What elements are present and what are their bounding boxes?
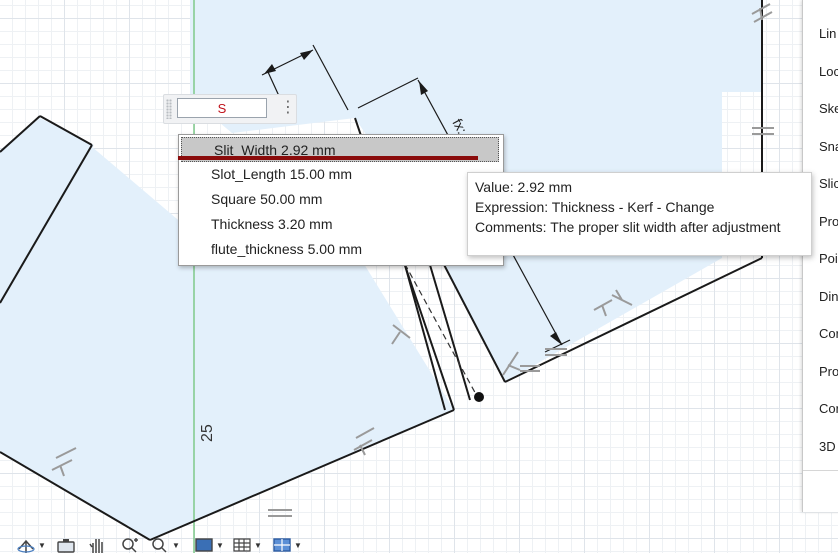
parameter-autocomplete-list: Slit_Width 2.92 mm Slot_Length 15.00 mm Sq… xyxy=(178,134,504,266)
panel-item-construction[interactable]: Cor xyxy=(819,401,838,416)
sketch-palette-panel[interactable]: Lin Loc Ske Sna Slic Pro Poi Din Cor Pro… xyxy=(802,0,838,512)
axis-dimension-label: 25 xyxy=(199,424,216,442)
display-mode-icon xyxy=(195,538,213,552)
autocomplete-item-square[interactable]: Square 50.00 mm xyxy=(179,187,501,212)
panel-item-dimensions[interactable]: Din xyxy=(819,289,838,304)
pan-button[interactable] xyxy=(88,537,108,553)
item-value: 50.00 mm xyxy=(260,191,323,207)
orbit-icon xyxy=(17,539,35,553)
panel-item-linetype[interactable]: Lin xyxy=(819,26,836,41)
item-value: 5.00 mm xyxy=(307,241,363,257)
dimension-expression-input[interactable] xyxy=(177,98,267,118)
equal-constraint-icon xyxy=(268,509,292,517)
panel-item-projected[interactable]: Pro xyxy=(819,364,838,379)
panel-item-3d-sketch[interactable]: 3D xyxy=(819,439,836,454)
dimension-input-box: ⋮ xyxy=(163,94,297,124)
panel-item-sketch-grid[interactable]: Ske xyxy=(819,101,838,116)
display-settings-button[interactable]: ▼ xyxy=(194,537,224,553)
item-name: Square xyxy=(211,191,257,207)
panel-item-snap[interactable]: Sna xyxy=(819,139,838,154)
zoom-icon xyxy=(122,538,138,553)
chevron-down-icon: ▼ xyxy=(254,540,262,550)
chevron-down-icon: ▼ xyxy=(294,540,302,550)
autocomplete-item-thickness[interactable]: Thickness 3.20 mm xyxy=(179,212,501,237)
tooltip-value: Value: 2.92 mm xyxy=(475,179,573,195)
autocomplete-item-slot-length[interactable]: Slot_Length 15.00 mm xyxy=(179,162,501,187)
item-name: Thickness xyxy=(211,216,275,232)
panel-item-profile[interactable]: Pro xyxy=(819,214,838,229)
item-value: 3.20 mm xyxy=(278,216,333,232)
navigation-toolbar: ▼ ▼ ▼ ▼ ▼ xyxy=(0,535,320,553)
item-name: Slot_Length xyxy=(211,166,286,182)
sketch-canvas[interactable]: fx: 25 xyxy=(0,0,838,553)
item-name: flute_thickness xyxy=(211,241,304,257)
viewports-button[interactable]: ▼ xyxy=(272,537,302,553)
sketch-point[interactable] xyxy=(474,392,484,402)
parameter-tooltip: Value: 2.92 mm Expression: Thickness - K… xyxy=(467,172,812,256)
camera-icon xyxy=(57,539,75,553)
panel-item-slice[interactable]: Slic xyxy=(819,176,838,191)
camera-button[interactable] xyxy=(56,537,76,553)
panel-item-points[interactable]: Poi xyxy=(819,251,838,266)
item-value: 15.00 mm xyxy=(289,166,352,182)
panel-item-constraints[interactable]: Cor xyxy=(819,326,838,341)
panel-divider xyxy=(803,470,838,471)
grid-icon xyxy=(233,538,251,552)
zoom-button[interactable] xyxy=(120,537,140,553)
orbit-button[interactable]: ▼ xyxy=(16,537,46,553)
drag-grip-icon[interactable] xyxy=(166,99,172,119)
chevron-down-icon: ▼ xyxy=(38,540,46,550)
zoom-window-button[interactable]: ▼ xyxy=(150,537,180,553)
panel-item-look-at[interactable]: Loc xyxy=(819,64,838,79)
selection-underline xyxy=(178,156,478,160)
sketch-geometry[interactable]: fx: 25 xyxy=(0,0,838,553)
viewports-icon xyxy=(273,538,291,552)
tooltip-comments: Comments: The proper slit width after ad… xyxy=(475,219,781,235)
grid-settings-button[interactable]: ▼ xyxy=(232,537,262,553)
zoom-window-icon xyxy=(152,538,167,553)
tooltip-expression: Expression: Thickness - Kerf - Change xyxy=(475,199,715,215)
chevron-down-icon: ▼ xyxy=(216,540,224,550)
chevron-down-icon: ▼ xyxy=(172,540,180,550)
more-options-icon[interactable]: ⋮ xyxy=(280,99,296,119)
pan-hand-icon xyxy=(89,539,103,553)
autocomplete-item-flute-thickness[interactable]: flute_thickness 5.00 mm xyxy=(179,237,501,262)
